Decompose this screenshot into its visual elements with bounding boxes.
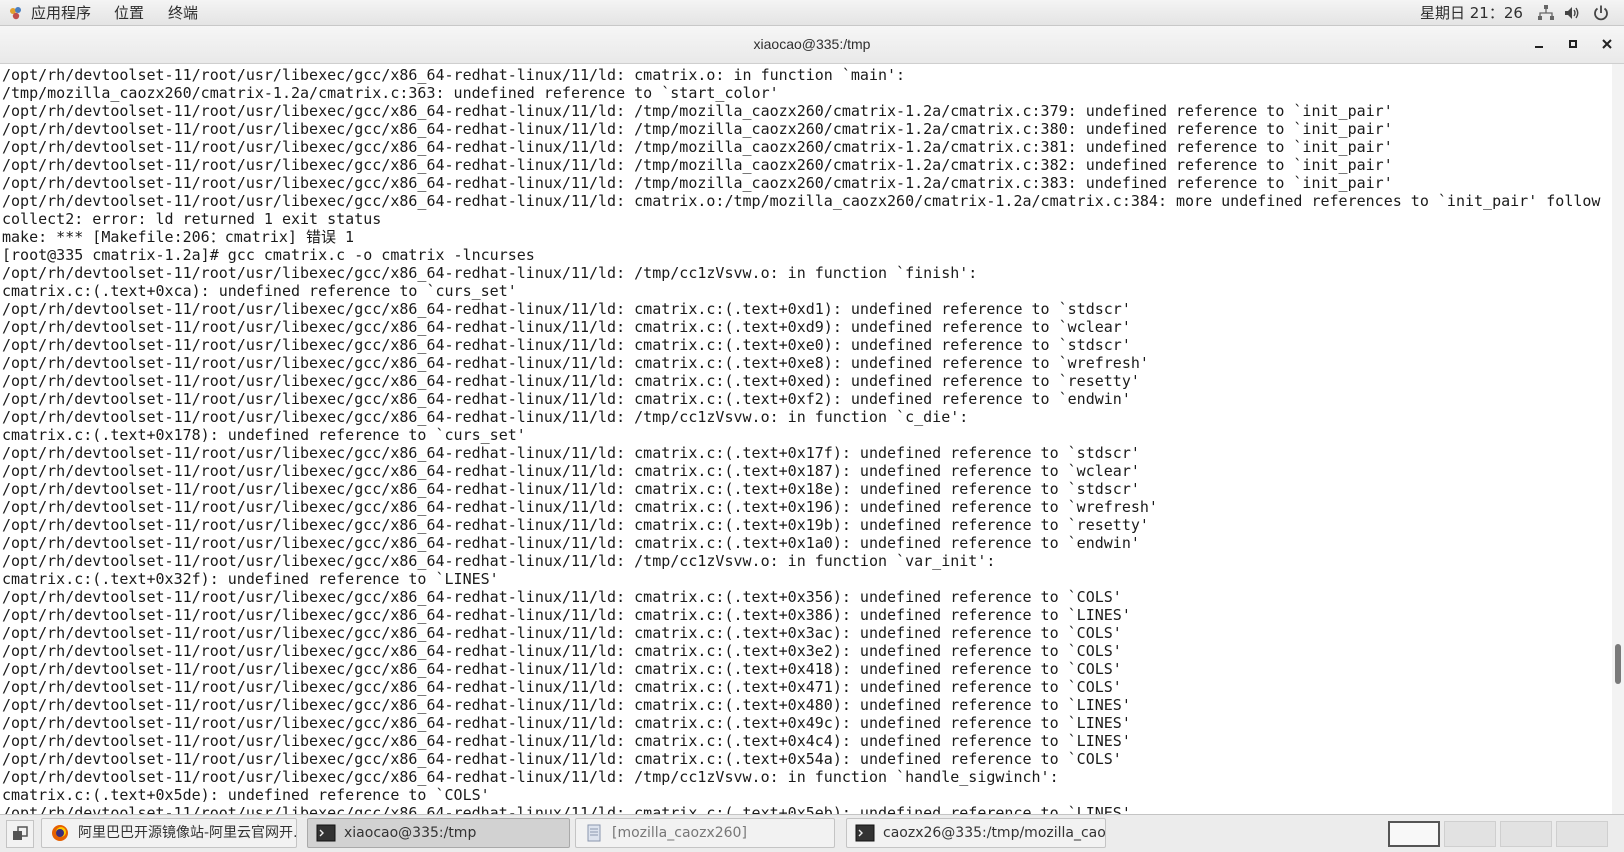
close-button[interactable] — [1596, 34, 1618, 56]
terminal-line: cmatrix.c:(.text+0xca): undefined refere… — [2, 282, 517, 300]
terminal-line: cmatrix.c:(.text+0x5de): undefined refer… — [2, 786, 490, 804]
file-manager-icon — [587, 824, 601, 842]
terminal-line: /tmp/mozilla_caozx260/cmatrix-1.2a/cmatr… — [2, 84, 779, 102]
task-label: [mozilla_caozx260] — [612, 825, 747, 841]
network-icon[interactable] — [1537, 4, 1555, 22]
clock[interactable]: 星期日 21：26 — [1420, 3, 1523, 23]
terminal-line: /opt/rh/devtoolset-11/root/usr/libexec/g… — [2, 606, 1131, 624]
terminal-line: /opt/rh/devtoolset-11/root/usr/libexec/g… — [2, 768, 1059, 786]
show-desktop-button[interactable] — [6, 820, 34, 848]
task-label: xiaocao@335:/tmp — [344, 825, 477, 841]
terminal-scrollbar[interactable] — [1612, 64, 1624, 814]
terminal-line: /opt/rh/devtoolset-11/root/usr/libexec/g… — [2, 390, 1131, 408]
terminal-line: /opt/rh/devtoolset-11/root/usr/libexec/g… — [2, 120, 1393, 138]
maximize-icon — [1569, 40, 1577, 48]
taskbar: 阿里巴巴开源镜像站-阿里云官网开… xiaocao@335:/tmp [mozi… — [0, 814, 1624, 852]
applications-icon[interactable] — [8, 5, 24, 21]
top-panel: 应用程序 位置 终端 星期日 21：26 — [0, 0, 1624, 26]
task-firefox[interactable]: 阿里巴巴开源镜像站-阿里云官网开… — [41, 818, 297, 848]
terminal-line: /opt/rh/devtoolset-11/root/usr/libexec/g… — [2, 336, 1131, 354]
window-titlebar[interactable]: xiaocao@335:/tmp — [0, 26, 1624, 64]
terminal-line: /opt/rh/devtoolset-11/root/usr/libexec/g… — [2, 480, 1140, 498]
terminal-output[interactable]: /opt/rh/devtoolset-11/root/usr/libexec/g… — [0, 64, 1612, 814]
terminal-icon — [316, 824, 336, 842]
scrollbar-thumb[interactable] — [1615, 644, 1621, 684]
terminal-line: /opt/rh/devtoolset-11/root/usr/libexec/g… — [2, 696, 1131, 714]
close-icon — [1602, 39, 1612, 49]
terminal-line: /opt/rh/devtoolset-11/root/usr/libexec/g… — [2, 516, 1149, 534]
show-desktop-icon — [13, 826, 28, 840]
terminal-line: /opt/rh/devtoolset-11/root/usr/libexec/g… — [2, 750, 1122, 768]
terminal-line: [root@335 cmatrix-1.2a]# gcc cmatrix.c -… — [2, 246, 535, 264]
window-title: xiaocao@335:/tmp — [753, 36, 871, 52]
terminal-line: /opt/rh/devtoolset-11/root/usr/libexec/g… — [2, 354, 1149, 372]
terminal-line: /opt/rh/devtoolset-11/root/usr/libexec/g… — [2, 642, 1122, 660]
terminal-line: /opt/rh/devtoolset-11/root/usr/libexec/g… — [2, 498, 1158, 516]
task-terminal-xiaocao[interactable]: xiaocao@335:/tmp — [307, 818, 570, 848]
terminal-line: make: *** [Makefile:206：cmatrix] 错误 1 — [2, 228, 355, 246]
workspace-1[interactable] — [1388, 821, 1440, 847]
terminal-line: /opt/rh/devtoolset-11/root/usr/libexec/g… — [2, 372, 1140, 390]
terminal-line: /opt/rh/devtoolset-11/root/usr/libexec/g… — [2, 462, 1140, 480]
workspace-3[interactable] — [1500, 821, 1552, 847]
task-file-manager[interactable]: [mozilla_caozx260] — [575, 818, 835, 848]
terminal-line: /opt/rh/devtoolset-11/root/usr/libexec/g… — [2, 624, 1122, 642]
terminal-line: /opt/rh/devtoolset-11/root/usr/libexec/g… — [2, 444, 1140, 462]
terminal-line: /opt/rh/devtoolset-11/root/usr/libexec/g… — [2, 138, 1393, 156]
terminal-line: /opt/rh/devtoolset-11/root/usr/libexec/g… — [2, 102, 1393, 120]
terminal-line: cmatrix.c:(.text+0x178): undefined refer… — [2, 426, 526, 444]
menu-places[interactable]: 位置 — [114, 3, 144, 23]
terminal-line: /opt/rh/devtoolset-11/root/usr/libexec/g… — [2, 264, 978, 282]
maximize-button[interactable] — [1562, 34, 1584, 56]
terminal-line: /opt/rh/devtoolset-11/root/usr/libexec/g… — [2, 804, 1131, 814]
terminal-line: collect2: error: ld returned 1 exit stat… — [2, 210, 382, 228]
terminal-line: /opt/rh/devtoolset-11/root/usr/libexec/g… — [2, 408, 969, 426]
terminal-line: /opt/rh/devtoolset-11/root/usr/libexec/g… — [2, 678, 1122, 696]
terminal-line: /opt/rh/devtoolset-11/root/usr/libexec/g… — [2, 552, 996, 570]
terminal-line: /opt/rh/devtoolset-11/root/usr/libexec/g… — [2, 732, 1131, 750]
terminal-line: /opt/rh/devtoolset-11/root/usr/libexec/g… — [2, 174, 1393, 192]
menu-applications[interactable]: 应用程序 — [31, 3, 91, 23]
menu-terminal[interactable]: 终端 — [168, 3, 198, 23]
terminal-line: /opt/rh/devtoolset-11/root/usr/libexec/g… — [2, 156, 1393, 174]
terminal-line: cmatrix.c:(.text+0x32f): undefined refer… — [2, 570, 499, 588]
task-label: caozx26@335:/tmp/mozilla_caozx… — [883, 825, 1106, 841]
task-terminal-caozx26[interactable]: caozx26@335:/tmp/mozilla_caozx… — [846, 818, 1106, 848]
terminal-line: /opt/rh/devtoolset-11/root/usr/libexec/g… — [2, 300, 1131, 318]
task-label: 阿里巴巴开源镜像站-阿里云官网开… — [78, 825, 297, 841]
workspace-2[interactable] — [1444, 821, 1496, 847]
terminal-line: /opt/rh/devtoolset-11/root/usr/libexec/g… — [2, 192, 1601, 210]
minimize-icon — [1535, 46, 1543, 48]
terminal-line: /opt/rh/devtoolset-11/root/usr/libexec/g… — [2, 714, 1131, 732]
workspace-4[interactable] — [1556, 821, 1608, 847]
power-icon[interactable] — [1592, 4, 1610, 22]
minimize-button[interactable] — [1528, 34, 1550, 56]
terminal-line: /opt/rh/devtoolset-11/root/usr/libexec/g… — [2, 534, 1140, 552]
terminal-line: /opt/rh/devtoolset-11/root/usr/libexec/g… — [2, 66, 906, 84]
firefox-icon — [52, 825, 68, 841]
terminal-line: /opt/rh/devtoolset-11/root/usr/libexec/g… — [2, 660, 1122, 678]
volume-icon[interactable] — [1563, 4, 1581, 22]
terminal-line: /opt/rh/devtoolset-11/root/usr/libexec/g… — [2, 318, 1131, 336]
terminal-icon — [855, 824, 875, 842]
terminal-line: /opt/rh/devtoolset-11/root/usr/libexec/g… — [2, 588, 1122, 606]
